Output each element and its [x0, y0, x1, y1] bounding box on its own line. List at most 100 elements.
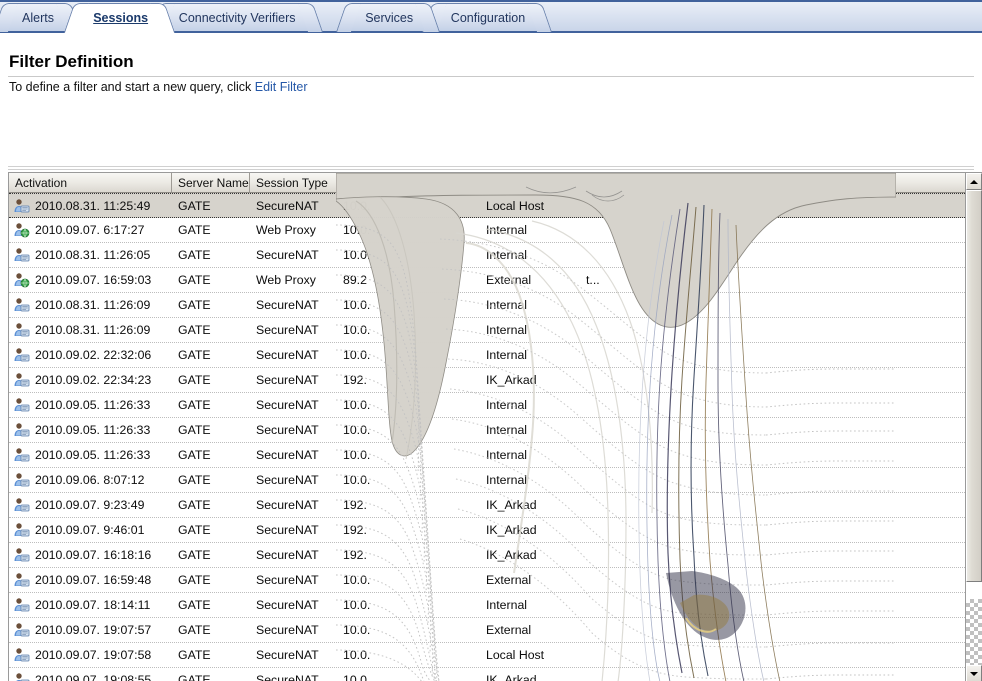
cell-session_type: SecureNAT — [256, 298, 319, 312]
cell-application_name — [787, 518, 887, 542]
column-header-server_name[interactable]: Server Name — [172, 173, 250, 192]
table-row[interactable]: 2010.08.31. 11:26:09 GATE SecureNAT 10.0. In… — [9, 293, 982, 318]
cell-client_username — [586, 243, 687, 267]
cell-client_host_name — [687, 268, 787, 292]
scrollbar-thumb[interactable] — [966, 190, 982, 582]
column-header-client_host_name[interactable]: Client Host Name — [681, 173, 781, 192]
tab-services[interactable]: Services — [349, 3, 428, 31]
table-row[interactable]: 2010.08.31. 11:25:49 GATE SecureNAT 10.0. Lo… — [9, 193, 982, 218]
cell-client_username — [586, 618, 687, 642]
table-row[interactable]: 2010.09.05. 11:26:33 GATE SecureNAT 10.0. In… — [9, 418, 982, 443]
cell-source_network: Internal — [486, 298, 528, 312]
tab-alerts[interactable]: Alerts — [6, 3, 68, 31]
cell-server_name: GATE — [178, 448, 211, 462]
table-row[interactable]: 2010.09.07. 19:07:58 GATE SecureNAT 10.0. Lo… — [9, 643, 982, 668]
table-row[interactable]: 2010.09.07. 6:17:27 GATE Web Proxy 10.0. Int… — [9, 218, 982, 243]
cell-client_host_name — [687, 293, 787, 317]
column-header-activation[interactable]: Activation — [9, 173, 172, 192]
cell-application_name — [787, 368, 887, 392]
table-row[interactable]: 2010.09.02. 22:34:23 GATE SecureNAT 192. IK_… — [9, 368, 982, 393]
cell-client_host_name — [687, 218, 787, 242]
cell-application_name — [787, 343, 887, 367]
cell-application_name — [787, 468, 887, 492]
scrollbar-track[interactable] — [966, 190, 982, 665]
cell-server_name: GATE — [178, 398, 211, 412]
cell-source_network: Internal — [486, 248, 528, 262]
edit-filter-link[interactable]: Edit Filter — [255, 80, 308, 94]
table-row[interactable]: 2010.09.07. 19:07:57 GATE SecureNAT 10.0. Ex… — [9, 618, 982, 643]
table-row[interactable]: 2010.09.06. 8:07:12 GATE SecureNAT 10.0. Int… — [9, 468, 982, 493]
cell-client_username — [586, 368, 687, 392]
table-row[interactable]: 2010.09.07. 19:08:55 GATE SecureNAT 10.0. IK… — [9, 668, 982, 681]
cell-client_username — [586, 418, 687, 442]
cell-session_type: SecureNAT — [256, 398, 319, 412]
scroll-down-button[interactable] — [966, 665, 982, 681]
cell-client_ip: 192. — [343, 548, 367, 562]
table-row[interactable]: 2010.09.07. 16:18:16 GATE SecureNAT 192. IK_… — [9, 543, 982, 568]
table-row[interactable]: 2010.09.07. 9:46:01 GATE SecureNAT 192. IK_A… — [9, 518, 982, 543]
cell-server_name: GATE — [178, 223, 211, 237]
cell-session_type: SecureNAT — [256, 548, 319, 562]
cell-session_type: Web Proxy — [256, 273, 316, 287]
column-header-source_network[interactable]: Source Network — [480, 173, 580, 192]
cell-session_type: SecureNAT — [256, 473, 319, 487]
table-row[interactable]: 2010.09.07. 18:14:11 GATE SecureNAT 10.0. In… — [9, 593, 982, 618]
cell-client_ip: 10.0. — [343, 473, 371, 487]
application-window: Alerts Sessions Connectivity Verifiers Serv… — [0, 0, 982, 681]
cell-activation: 2010.08.31. 11:25:49 — [35, 199, 151, 213]
cell-application_name — [787, 268, 887, 292]
cell-server_name: GATE — [178, 298, 211, 312]
cell-client_ip: 10.0. — [343, 598, 371, 612]
cell-session_type: SecureNAT — [256, 423, 319, 437]
cell-client_username: t... — [586, 273, 600, 287]
cell-client_username — [586, 343, 687, 367]
table-row[interactable]: 2010.08.31. 11:26:05 GATE SecureNAT 10.0. In… — [9, 243, 982, 268]
column-header-session_type[interactable]: Session Type — [250, 173, 337, 192]
cell-application_name — [787, 668, 887, 681]
cell-application_name — [787, 543, 887, 567]
cell-session_type: Web Proxy — [256, 223, 316, 237]
page-subtext: To define a filter and start a new query… — [9, 80, 308, 94]
cell-source_network: Local Host — [486, 199, 545, 213]
cell-source_network: IK_Arkad — [486, 523, 537, 537]
cell-application_name — [787, 643, 887, 667]
cell-application_name — [787, 243, 887, 267]
sessions-grid: Activation Server Name Session Type Client … — [8, 172, 982, 681]
table-row[interactable]: 2010.09.07. 16:59:03 GATE Web Proxy 89.2 Ext… — [9, 268, 982, 293]
cell-client_username — [586, 668, 687, 681]
table-row[interactable]: 2010.09.07. 9:23:49 GATE SecureNAT 192. IK_A… — [9, 493, 982, 518]
column-header-label: Client Host Name — [687, 175, 781, 190]
column-header-client_username[interactable]: Client Username — [580, 173, 681, 192]
cell-application_name — [787, 293, 887, 317]
cell-client_ip: 10.0. — [343, 573, 371, 587]
cell-client_username — [586, 543, 687, 567]
vertical-scrollbar[interactable] — [965, 173, 982, 681]
cell-activation: 2010.09.07. 9:23:49 — [35, 498, 145, 512]
scroll-up-button[interactable] — [966, 173, 982, 190]
column-header-label: Server Name — [178, 175, 249, 190]
cell-client_host_name — [687, 343, 787, 367]
cell-source_network: IK_Arkad — [486, 548, 537, 562]
tab-configuration[interactable]: Configuration — [434, 3, 540, 31]
table-row[interactable]: 2010.09.02. 22:32:06 GATE SecureNAT 10.0. In… — [9, 343, 982, 368]
tab-connectivity-verifiers[interactable]: Connectivity Verifiers — [162, 3, 310, 31]
grid-top-divider-2 — [8, 169, 974, 170]
cell-source_network: Internal — [486, 348, 528, 362]
cell-server_name: GATE — [178, 548, 211, 562]
cell-activation: 2010.09.07. 19:07:57 — [35, 623, 152, 637]
column-header-spacer[interactable] — [881, 173, 966, 192]
table-row[interactable]: 2010.09.05. 11:26:33 GATE SecureNAT 10.0. In… — [9, 443, 982, 468]
table-row[interactable]: 2010.09.07. 16:59:48 GATE SecureNAT 10.0. Ex… — [9, 568, 982, 593]
cell-activation: 2010.09.07. 18:14:11 — [35, 598, 151, 612]
tab-sessions[interactable]: Sessions — [77, 3, 163, 33]
cell-client_host_name — [687, 543, 787, 567]
cell-server_name: GATE — [178, 498, 211, 512]
grid-top-divider-1 — [8, 166, 974, 167]
table-row[interactable]: 2010.09.05. 11:26:33 GATE SecureNAT 10.0. In… — [9, 393, 982, 418]
column-header-client_ip[interactable]: Client IP — [337, 173, 480, 192]
cell-activation: 2010.09.05. 11:26:33 — [35, 423, 151, 437]
column-header-application_name[interactable]: Application Name — [781, 173, 881, 192]
cell-client_username — [586, 468, 687, 492]
table-row[interactable]: 2010.08.31. 11:26:09 GATE SecureNAT 10.0. In… — [9, 318, 982, 343]
cell-server_name: GATE — [178, 423, 211, 437]
